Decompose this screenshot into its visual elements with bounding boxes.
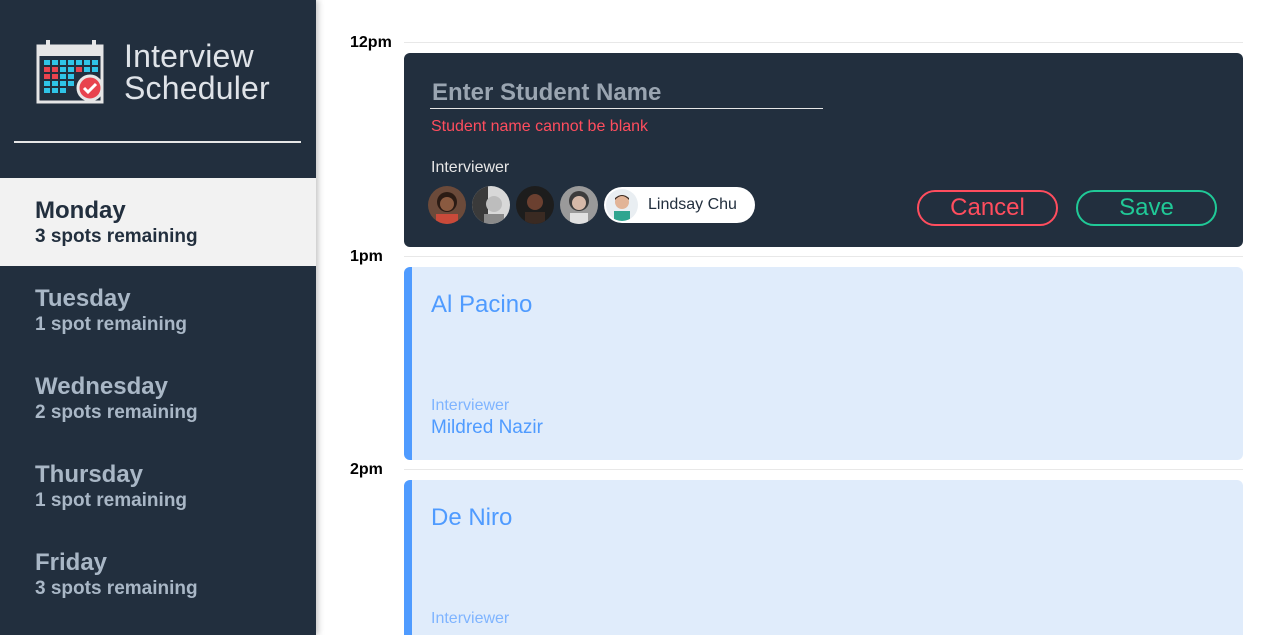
avatar-image [428, 186, 466, 224]
interviewer-avatar-3[interactable] [516, 186, 554, 224]
avatar-image [606, 189, 638, 221]
appointment-interviewer-label: Interviewer [431, 610, 510, 627]
interviewer-label: Interviewer [431, 159, 510, 176]
day-name: Tuesday [35, 285, 131, 312]
validation-error: Student name cannot be blank [431, 118, 649, 135]
day-name: Wednesday [35, 373, 168, 400]
schedule: 12pm Student name cannot be blank Interv… [316, 0, 1277, 635]
avatar-image [472, 186, 510, 224]
calendar-check-icon [36, 40, 104, 104]
app-title-line1: Interview [124, 38, 254, 74]
avatar-image [560, 186, 598, 224]
day-item-monday[interactable]: Monday 3 spots remaining [0, 178, 316, 266]
day-name: Friday [35, 549, 108, 576]
appointment-student: Al Pacino [431, 291, 533, 318]
day-spots: 3 spots remaining [35, 226, 198, 247]
appointment-interviewer-label: Interviewer [431, 397, 510, 414]
slot-time: 2pm [350, 461, 383, 478]
appointment-interviewer: Mildred Nazir [431, 417, 543, 438]
day-item-tuesday[interactable]: Tuesday 1 spot remaining [0, 266, 316, 354]
student-name-input[interactable] [430, 77, 823, 109]
interviewer-list: Lindsay Chu [428, 186, 755, 224]
day-spots: 3 spots remaining [35, 578, 198, 599]
day-name: Thursday [35, 461, 144, 488]
interviewer-avatar-2[interactable] [472, 186, 510, 224]
app-title-line2: Scheduler [124, 70, 270, 106]
day-item-friday[interactable]: Friday 3 spots remaining [0, 530, 316, 618]
sidebar: Interview Scheduler Monday 3 spots remai… [0, 0, 316, 635]
avatar-image [516, 186, 554, 224]
selected-interviewer[interactable]: Lindsay Chu [604, 187, 755, 223]
day-name: Monday [35, 197, 126, 224]
interviewer-avatar-1[interactable] [428, 186, 466, 224]
appointment-form: Student name cannot be blank Interviewer [404, 53, 1243, 247]
app-title: Interview Scheduler [124, 40, 270, 104]
day-item-thursday[interactable]: Thursday 1 spot remaining [0, 442, 316, 530]
day-list: Monday 3 spots remaining Tuesday 1 spot … [0, 178, 316, 618]
slot-separator [404, 256, 1243, 257]
appointment-card[interactable]: De Niro Interviewer [404, 480, 1243, 635]
brand: Interview Scheduler [36, 38, 270, 106]
interviewer-avatar-4[interactable] [560, 186, 598, 224]
day-item-wednesday[interactable]: Wednesday 2 spots remaining [0, 354, 316, 442]
slot-separator [404, 469, 1243, 470]
selected-interviewer-avatar [606, 189, 638, 221]
slot-time: 12pm [350, 34, 392, 51]
day-spots: 1 spot remaining [35, 490, 188, 511]
appointment-student: De Niro [431, 504, 513, 531]
cancel-button[interactable]: Cancel [917, 190, 1058, 226]
sidebar-divider [14, 141, 301, 143]
slot-time: 1pm [350, 248, 383, 265]
slot-separator [404, 42, 1243, 43]
selected-interviewer-name: Lindsay Chu [648, 196, 737, 213]
save-button[interactable]: Save [1076, 190, 1217, 226]
day-spots: 2 spots remaining [35, 402, 198, 423]
day-spots: 1 spot remaining [35, 314, 188, 335]
appointment-card[interactable]: Al Pacino Interviewer Mildred Nazir [404, 267, 1243, 460]
